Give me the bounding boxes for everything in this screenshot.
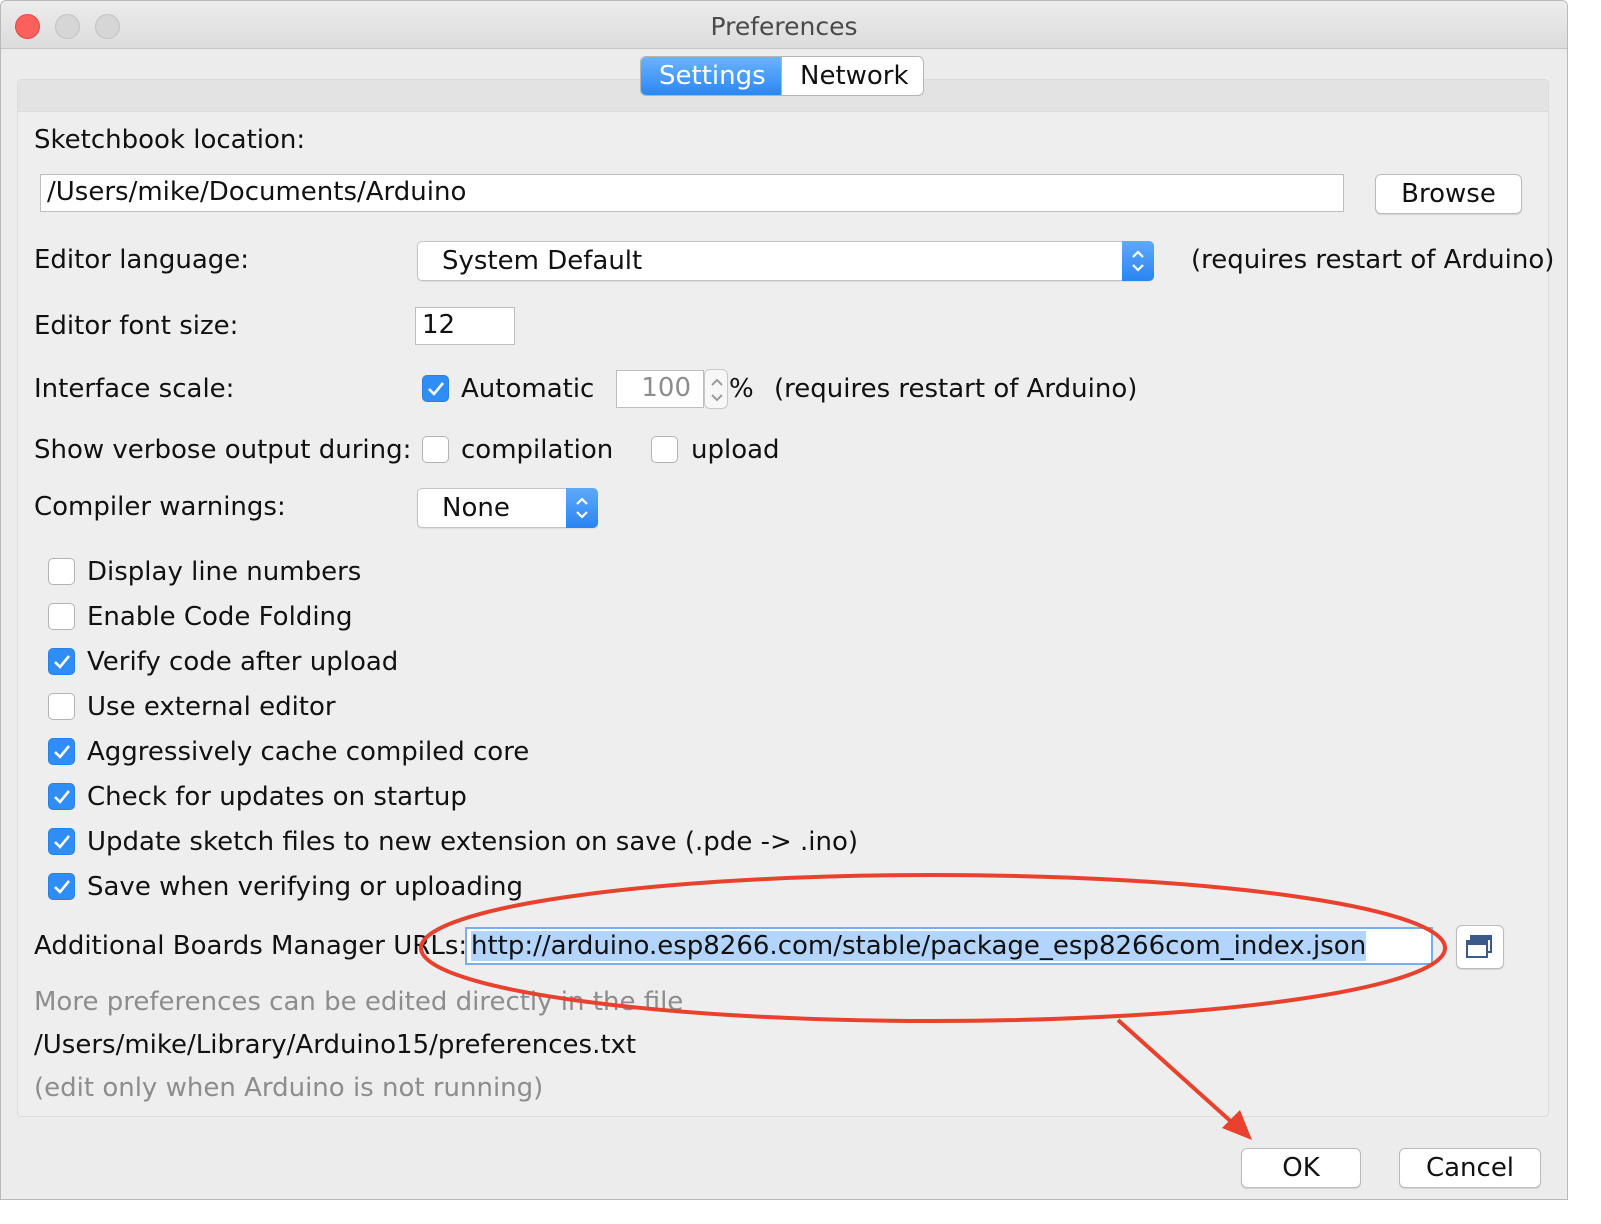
compiler-warnings-label: Compiler warnings: <box>34 492 286 522</box>
chevron-updown-icon <box>1122 241 1154 281</box>
sketchbook-location-input[interactable]: /Users/mike/Documents/Arduino <box>40 174 1344 212</box>
window-list-icon <box>1466 935 1492 958</box>
option-label: Use external editor <box>87 692 336 722</box>
ok-button[interactable]: OK <box>1241 1148 1361 1188</box>
option-checkbox[interactable] <box>48 738 75 765</box>
interface-scale-restart-note: (requires restart of Arduino) <box>774 374 1138 404</box>
verbose-compilation-label: compilation <box>461 435 614 465</box>
more-preferences-note: More preferences can be edited directly … <box>34 987 684 1017</box>
option-label: Display line numbers <box>87 557 362 587</box>
check-icon <box>54 880 71 894</box>
option-label: Enable Code Folding <box>87 602 353 632</box>
chevron-updown-icon <box>566 488 598 528</box>
editor-language-label: Editor language: <box>34 245 250 275</box>
check-icon <box>54 745 71 759</box>
cancel-button[interactable]: Cancel <box>1399 1148 1541 1188</box>
option-label: Check for updates on startup <box>87 782 467 812</box>
verbose-output-label: Show verbose output during: <box>34 435 412 465</box>
title-bar: Preferences <box>1 1 1567 49</box>
option-checkbox[interactable] <box>48 648 75 675</box>
check-icon <box>54 835 71 849</box>
interface-scale-label: Interface scale: <box>34 374 235 404</box>
browse-button[interactable]: Browse <box>1375 174 1522 214</box>
option-label: Update sketch files to new extension on … <box>87 827 859 857</box>
boards-manager-urls-value: http://arduino.esp8266.com/stable/packag… <box>471 931 1367 961</box>
preferences-window: Preferences Settings Network Sketchbook … <box>0 0 1568 1200</box>
option-checkbox[interactable] <box>48 603 75 630</box>
tab-bar: Settings Network <box>640 56 924 96</box>
option-label: Aggressively cache compiled core <box>87 737 530 767</box>
sketchbook-location-label: Sketchbook location: <box>34 125 306 155</box>
option-checkbox[interactable] <box>48 873 75 900</box>
editor-language-restart-note: (requires restart of Arduino) <box>1191 245 1555 275</box>
preferences-file-path: /Users/mike/Library/Arduino15/preference… <box>34 1030 637 1060</box>
tab-network[interactable]: Network <box>781 57 923 95</box>
option-checkbox[interactable] <box>48 828 75 855</box>
check-icon <box>54 655 71 669</box>
editor-font-size-label: Editor font size: <box>34 311 239 341</box>
compiler-warnings-select[interactable]: None <box>417 488 598 528</box>
verbose-compilation-checkbox[interactable] <box>422 436 449 463</box>
interface-scale-input[interactable]: 100 <box>616 370 704 408</box>
option-checkbox[interactable] <box>48 783 75 810</box>
edit-urls-button[interactable] <box>1456 925 1504 969</box>
compiler-warnings-value: None <box>442 493 510 523</box>
interface-scale-unit: % <box>729 374 754 404</box>
edit-warning-note: (edit only when Arduino is not running) <box>34 1073 544 1103</box>
automatic-scale-label: Automatic <box>461 374 595 404</box>
option-checkbox[interactable] <box>48 693 75 720</box>
check-icon <box>54 790 71 804</box>
option-checkbox[interactable] <box>48 558 75 585</box>
window-title: Preferences <box>710 12 858 41</box>
verbose-upload-label: upload <box>691 435 780 465</box>
editor-font-size-input[interactable]: 12 <box>415 307 515 345</box>
interface-scale-stepper[interactable] <box>704 369 728 409</box>
editor-language-select[interactable]: System Default <box>417 241 1154 281</box>
tab-settings[interactable]: Settings <box>641 57 781 95</box>
boards-manager-urls-input[interactable]: http://arduino.esp8266.com/stable/packag… <box>465 927 1433 965</box>
verbose-upload-checkbox[interactable] <box>651 436 678 463</box>
check-icon <box>428 382 445 396</box>
boards-manager-urls-label: Additional Boards Manager URLs: <box>34 931 468 961</box>
editor-language-value: System Default <box>442 246 643 276</box>
automatic-scale-checkbox[interactable] <box>422 375 449 402</box>
option-label: Save when verifying or uploading <box>87 872 524 902</box>
stepper-arrows-icon <box>711 378 723 402</box>
option-label: Verify code after upload <box>87 647 399 677</box>
